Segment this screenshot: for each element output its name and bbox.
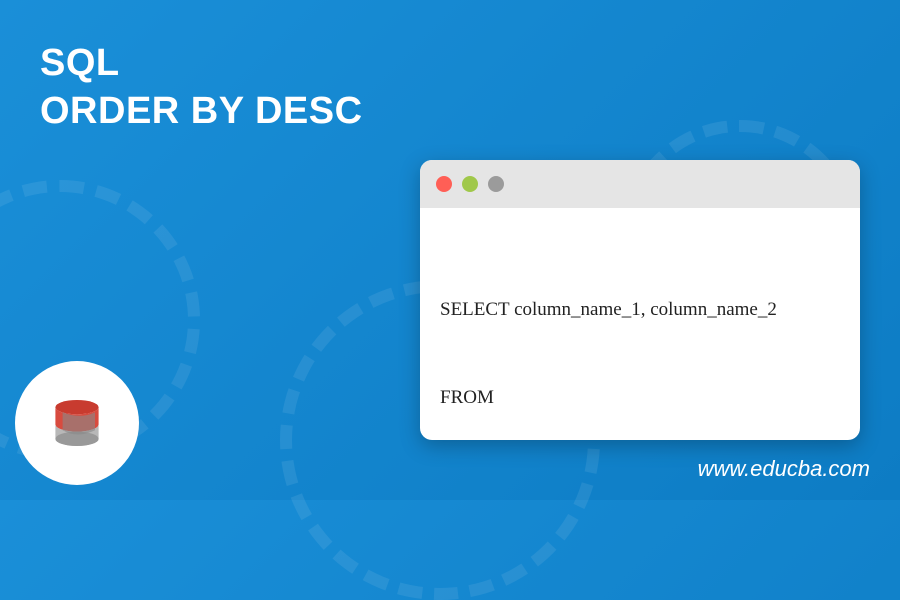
maximize-icon [488, 176, 504, 192]
code-line: SELECT column_name_1, column_name_2 [440, 295, 840, 324]
window-title-bar [420, 160, 860, 208]
logo-badge [15, 361, 139, 485]
title-line-1: SQL [40, 40, 363, 88]
title-line-2: ORDER BY DESC [40, 88, 363, 136]
minimize-icon [462, 176, 478, 192]
code-line: FROM [440, 383, 840, 412]
close-icon [436, 176, 452, 192]
footer-url: www.educba.com [698, 456, 870, 482]
page-title: SQL ORDER BY DESC [40, 40, 363, 135]
code-body: SELECT column_name_1, column_name_2 FROM… [420, 208, 860, 440]
code-window: SELECT column_name_1, column_name_2 FROM… [420, 160, 860, 440]
sql-server-logo-icon [41, 387, 113, 459]
